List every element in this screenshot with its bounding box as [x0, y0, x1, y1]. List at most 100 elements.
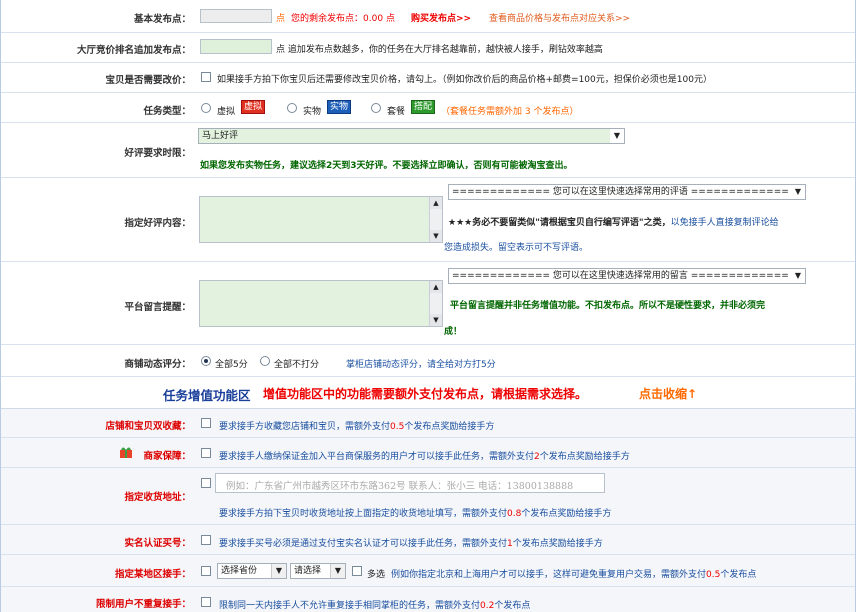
review-template-selected: ============= 您可以在这里快速选择常用的评语 ==========… [452, 187, 789, 197]
message-template-select[interactable]: ============= 您可以在这里快速选择常用的留言 ==========… [448, 268, 806, 284]
collect-desc: 要求接手方收藏您店铺和宝贝，需额外支付0.5个发布点奖励给接手方 [219, 419, 494, 432]
province-select[interactable]: 选择省份 ▼ [217, 563, 287, 579]
limit-desc: 限制同一天内接手人不允许重复接手相同掌柜的任务，需额外支付0.2个发布点 [219, 598, 530, 611]
review-time-selected: 马上好评 [202, 131, 239, 141]
city-select[interactable]: 请选择 ▼ [290, 563, 346, 579]
bundle-note: （套餐任务需额外加 3 个发布点） [441, 107, 579, 117]
scroll-up-icon[interactable]: ▲ [430, 281, 442, 293]
task-type-bundle-radio[interactable] [371, 103, 381, 113]
price-change-checkbox[interactable] [201, 72, 211, 82]
region-desc-pre: 例如你指定北京和上海用户才可以接手，这样可避免重复用户交易，需额外支付 [391, 570, 707, 580]
row-task-type: 任务类型： 虚拟 虚拟 实物 实物 套餐 搭配 （套餐任务需额外加 3 个发布点… [1, 93, 855, 123]
row-shop-rating: 商铺动态评分： 全部5分 全部不打分 掌柜店铺动态评分，请全给对方打5分 [1, 345, 855, 377]
remaining-points-value: 0.00 [363, 14, 384, 24]
region-checkbox[interactable] [201, 566, 211, 576]
city-selected: 请选择 [294, 566, 322, 576]
basic-points-unit: 点 [276, 14, 286, 24]
collapse-link[interactable]: 点击收缩↑ [639, 385, 697, 402]
row-review-time: 好评要求时限： 马上好评 ▼ 如果您发布实物任务，建议选择2天到3天好评。不要选… [1, 123, 855, 178]
bid-points-label: 大厅竞价排名追加发布点： [76, 45, 191, 56]
collect-desc-post: 个发布点奖励给接手方 [404, 422, 495, 432]
warning-stars-icon: ★★★ [448, 218, 473, 228]
row-collect: 店铺和宝贝双收藏： 要求接手方收藏您店铺和宝贝，需额外支付0.5个发布点奖励给接… [1, 409, 855, 438]
value-added-header: 任务增值功能区 增值功能区中的功能需要额外支付发布点，请根据需求选择。 点击收缩… [1, 377, 855, 409]
scrollbar[interactable]: ▲ ▼ [429, 197, 442, 242]
rating-all-five-radio[interactable] [201, 356, 211, 366]
remaining-points-label: 您的剩余发布点： [291, 14, 364, 24]
row-bid-points: 大厅竞价排名追加发布点： 点 追加发布点数越多，你的任务在大厅排名越靠前，越快被… [1, 33, 855, 63]
review-time-select[interactable]: 马上好评 ▼ [198, 128, 625, 144]
physical-tag-icon: 实物 [327, 100, 352, 114]
chevron-down-icon: ▼ [330, 564, 345, 578]
platform-message-label: 平台留言提醒： [124, 302, 191, 313]
limit-points: 0.2 [480, 601, 495, 611]
realname-desc-post: 个发布点奖励给接手方 [512, 539, 603, 549]
review-content-textarea[interactable]: ▲ ▼ [199, 196, 443, 243]
address-desc: 要求接手方拍下宝贝时收货地址按上面指定的收货地址填写，需额外支付0.8个发布点奖… [219, 506, 611, 519]
review-warning-line2: 您造成损失。留空表示可不写评语。 [444, 243, 589, 253]
bid-points-input[interactable] [200, 39, 272, 54]
task-type-bundle-label: 套餐 [387, 107, 406, 117]
region-desc: 例如你指定北京和上海用户才可以接手，这样可避免重复用户交易，需额外支付0.5个发… [391, 567, 756, 580]
province-selected: 选择省份 [221, 566, 258, 576]
address-input[interactable]: 例如：广东省广州市越秀区环市东路362号 联系人：张小三 电话：13800138… [215, 473, 605, 493]
review-template-select[interactable]: ============= 您可以在这里快速选择常用的评语 ==========… [448, 184, 806, 200]
multi-select-checkbox[interactable] [352, 566, 362, 576]
collect-checkbox[interactable] [201, 418, 211, 428]
guarantee-checkbox[interactable] [201, 448, 211, 458]
buy-points-link[interactable]: 购买发布点>> [411, 11, 471, 24]
shop-rating-note: 掌柜店铺动态评分，请全给对方打5分 [346, 360, 496, 370]
task-publish-form: 基本发布点： 点 您的剩余发布点：0.00 点 购买发布点>> 查看商品价格与发… [0, 0, 856, 612]
guarantee-desc-pre: 要求接手人缴纳保证金加入平台商保服务的用户才可以接手此任务，需额外支付 [219, 452, 535, 462]
price-change-label: 宝贝是否需要改价： [105, 75, 191, 86]
address-placeholder: 例如：广东省广州市越秀区环市东路362号 联系人：张小三 电话：13800138… [226, 481, 574, 492]
rating-all-five-label: 全部5分 [215, 360, 248, 370]
platform-message-note: 平台留言提醒并非任务增值功能。不扣发布点。所以不是硬性要求，并非必须完 [450, 301, 766, 311]
review-time-note: 如果您发布实物任务，建议选择2天到3天好评。不要选择立即确认，否则有可能被淘宝查… [200, 161, 573, 171]
collect-points: 0.5 [390, 422, 405, 432]
task-type-virtual-radio[interactable] [201, 103, 211, 113]
realname-desc-pre: 要求接手买号必须是通过支付宝实名认证才可以接手此任务，需额外支付 [219, 539, 508, 549]
platform-message-textarea[interactable]: ▲ ▼ [199, 280, 443, 327]
scroll-down-icon[interactable]: ▼ [430, 230, 442, 242]
task-type-label: 任务类型： [143, 106, 191, 117]
value-added-desc: 增值功能区中的功能需要额外支付发布点，请根据需求选择。 [263, 387, 588, 401]
address-desc-post: 个发布点奖励给接手方 [521, 509, 612, 519]
guarantee-desc: 要求接手人缴纳保证金加入平台商保服务的用户才可以接手此任务，需额外支付2个发布点… [219, 449, 630, 462]
review-time-label: 好评要求时限： [124, 148, 191, 159]
review-warning-bold: 务必不要留类似"请根据宝贝自行编写评语"之类， [472, 218, 671, 228]
review-content-label: 指定好评内容： [124, 218, 191, 229]
task-type-physical-label: 实物 [303, 107, 322, 117]
region-label: 指定某地区接手： [114, 569, 191, 580]
limit-checkbox[interactable] [201, 597, 211, 607]
row-platform-message: 平台留言提醒： ▲ ▼ ============= 您可以在这里快速选择常用的留言… [1, 262, 855, 345]
task-type-physical-radio[interactable] [287, 103, 297, 113]
price-relation-link[interactable]: 查看商品价格与发布点对应关系>> [489, 11, 630, 24]
chevron-down-icon: ▼ [791, 269, 805, 283]
chevron-down-icon: ▼ [610, 129, 624, 143]
address-label: 指定收货地址： [124, 492, 191, 503]
realname-desc: 要求接手买号必须是通过支付宝实名认证才可以接手此任务，需额外支付1个发布点奖励给… [219, 536, 603, 549]
row-address: 指定收货地址： 例如：广东省广州市越秀区环市东路362号 联系人：张小三 电话：… [1, 468, 855, 525]
scrollbar[interactable]: ▲ ▼ [429, 281, 442, 326]
row-region: 指定某地区接手： 选择省份 ▼ 请选择 ▼ 多选 例如你指定北京和上海用户才可以… [1, 555, 855, 587]
limit-desc-post: 个发布点 [494, 601, 531, 611]
scroll-down-icon[interactable]: ▼ [430, 314, 442, 326]
collect-desc-pre: 要求接手方收藏您店铺和宝贝，需额外支付 [219, 422, 391, 432]
value-added-title: 任务增值功能区 [163, 388, 251, 403]
realname-checkbox[interactable] [201, 535, 211, 545]
scroll-up-icon[interactable]: ▲ [430, 197, 442, 209]
address-checkbox[interactable] [201, 478, 211, 488]
task-type-virtual-label: 虚拟 [217, 107, 236, 117]
address-desc-pre: 要求接手方拍下宝贝时收货地址按上面指定的收货地址填写，需额外支付 [219, 509, 508, 519]
region-desc-post: 个发布点 [720, 570, 757, 580]
row-price-change: 宝贝是否需要改价： 如果接手方拍下你宝贝后还需要修改宝贝价格，请勾上。（例如你改… [1, 63, 855, 93]
review-warning-rest: 以免接手人直接复制评论给 [670, 218, 779, 228]
rating-none-radio[interactable] [260, 356, 270, 366]
platform-message-note-line2: 成！ [444, 327, 463, 337]
remaining-points-unit: 点 [385, 14, 395, 24]
row-limit: 限制用户不重复接手： 限制同一天内接手人不允许重复接手相同掌柜的任务，需额外支付… [1, 587, 855, 612]
row-realname: 实名认证买号： 要求接手买号必须是通过支付宝实名认证才可以接手此任务，需额外支付… [1, 525, 855, 555]
basic-points-input[interactable] [200, 9, 272, 23]
basic-points-label: 基本发布点： [133, 14, 191, 25]
